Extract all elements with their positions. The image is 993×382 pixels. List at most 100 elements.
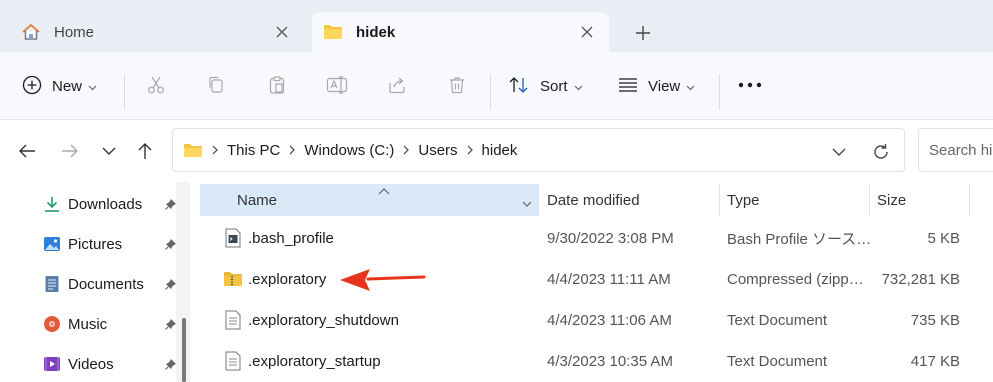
sort-ascending-icon [378,182,390,198]
chevron-right-icon [212,145,218,155]
table-row[interactable]: .bash_profile 9/30/2022 3:08 PM Bash Pro… [192,218,993,258]
view-button[interactable]: View [618,70,695,102]
file-date: 9/30/2022 3:08 PM [547,229,674,247]
chevron-right-icon [403,145,410,155]
file-name: .exploratory_shutdown [248,311,399,329]
column-divider[interactable] [869,184,870,216]
folder-icon [322,21,344,43]
breadcrumb-windows-c[interactable]: Windows (C:) [304,142,394,159]
toolbar-divider [490,74,491,110]
music-icon [42,314,62,334]
file-name: .exploratory_startup [248,352,381,370]
view-button-label: View [648,77,681,95]
column-header-size[interactable]: Size [877,184,906,216]
column-header-type[interactable]: Type [727,184,760,216]
chevron-down-icon[interactable] [522,194,532,210]
file-size: 735 KB [910,311,960,329]
close-icon[interactable] [575,20,599,44]
sidebar-scrollbar-thumb[interactable] [182,318,186,382]
folder-icon [183,142,203,159]
breadcrumb-users[interactable]: Users [418,142,457,159]
column-header-label: Date modified [547,191,640,209]
close-icon[interactable] [270,20,294,44]
table-row[interactable]: .exploratory 4/4/2023 11:11 AM Compresse… [192,259,993,299]
sidebar-item-videos[interactable]: Videos [42,352,178,376]
column-header-label: Size [877,191,907,209]
sidebar-item-downloads[interactable]: Downloads [42,192,178,216]
address-row: This PC Windows (C:) Users hidek Search … [0,120,993,182]
text-file-icon [223,341,243,381]
home-icon [20,21,42,43]
tab-hidek-label: hidek [356,23,396,41]
back-arrow-icon[interactable] [14,138,40,164]
address-history-chevron-icon[interactable] [826,139,852,165]
toolbar-divider [719,74,720,110]
tab-hidek[interactable]: hidek [312,12,609,52]
address-bar[interactable]: This PC Windows (C:) Users hidek [172,128,905,172]
table-row[interactable]: .exploratory_startup 4/3/2023 10:35 AM T… [192,341,993,381]
refresh-icon[interactable] [868,139,894,165]
up-arrow-icon[interactable] [132,138,158,164]
zip-folder-icon [223,259,243,299]
file-type: Compressed (zipp… [727,270,864,288]
file-name: .exploratory [248,270,327,288]
column-divider[interactable] [969,184,970,216]
file-list: Name Date modified Type Size .bash_profi… [192,182,993,382]
column-divider[interactable] [538,184,539,216]
sort-icon [508,75,530,98]
videos-icon [42,354,62,374]
text-file-icon [223,300,243,340]
view-icon [618,77,638,96]
sidebar-item-label: Music [68,315,108,333]
sidebar-item-pictures[interactable]: Pictures [42,232,178,256]
share-icon[interactable] [384,72,410,98]
breadcrumb-this-pc[interactable]: This PC [227,142,280,159]
new-tab-button[interactable] [630,20,656,46]
new-button[interactable]: New [22,70,97,102]
sidebar-item-label: Downloads [68,195,143,213]
file-type: Bash Profile ソース… [727,230,872,248]
file-size: 417 KB [910,352,960,370]
search-placeholder: Search hidek [929,141,993,159]
file-date: 4/3/2023 10:35 AM [547,352,673,370]
chevron-down-icon [574,78,583,94]
column-header-label: Name [237,191,278,209]
chevron-right-icon [289,145,296,155]
tab-strip: Home hidek [0,0,993,52]
download-icon [42,194,62,214]
more-icon[interactable] [737,72,763,98]
copy-icon[interactable] [203,72,229,98]
sidebar-item-music[interactable]: Music [42,312,178,336]
rename-icon[interactable] [324,72,350,98]
chevron-down-icon [88,78,97,94]
sort-button[interactable]: Sort [508,70,583,102]
tab-home[interactable]: Home [10,12,304,52]
forward-arrow-icon[interactable] [57,138,83,164]
cut-icon[interactable] [143,72,169,98]
file-date: 4/4/2023 11:06 AM [547,311,672,329]
navigation-pane: Downloads Pictures Documents Music Video… [0,182,192,382]
new-button-label: New [52,77,83,95]
add-icon [22,75,42,98]
column-header-label: Type [727,191,760,209]
script-file-icon [223,218,243,258]
pictures-icon [42,234,62,254]
sidebar-item-label: Videos [68,355,114,373]
file-size: 732,281 KB [881,270,960,288]
column-header-date[interactable]: Date modified [547,184,640,216]
file-size: 5 KB [927,229,960,247]
tab-home-label: Home [54,23,95,41]
table-row[interactable]: .exploratory_shutdown 4/4/2023 11:06 AM … [192,300,993,340]
delete-icon[interactable] [444,72,470,98]
recent-locations-chevron-icon[interactable] [96,138,122,164]
breadcrumb-hidek[interactable]: hidek [482,142,518,159]
file-date: 4/4/2023 11:11 AM [547,270,671,288]
chevron-right-icon [467,145,473,155]
column-header-name[interactable]: Name [200,184,538,216]
sidebar-item-documents[interactable]: Documents [42,272,178,296]
documents-icon [42,274,62,294]
chevron-down-icon [686,78,695,94]
paste-icon[interactable] [264,72,290,98]
column-divider[interactable] [719,184,720,216]
search-input[interactable]: Search hidek [918,128,993,172]
